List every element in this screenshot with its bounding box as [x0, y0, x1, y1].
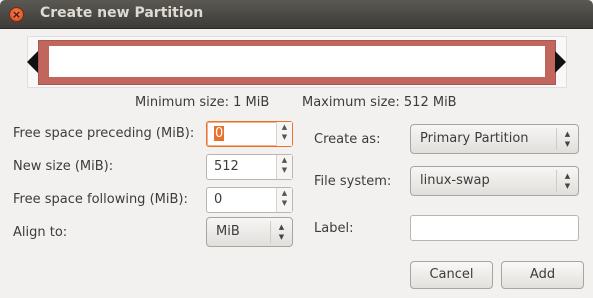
cancel-button[interactable]: Cancel [410, 261, 493, 289]
combo-arrows-icon: ▲ ▼ [556, 170, 578, 192]
align-to-label: Align to: [13, 225, 68, 240]
spin-up-icon[interactable]: ▲ [277, 122, 292, 132]
combo-down-icon: ▼ [564, 182, 571, 190]
add-button[interactable]: Add [501, 261, 584, 289]
spin-down-icon[interactable]: ▼ [277, 198, 292, 208]
create-as-combobox[interactable]: Primary Partition ▲ ▼ [410, 124, 579, 154]
free-following-label: Free space following (MiB): [13, 192, 188, 207]
free-preceding-spinbox[interactable]: 0 ▲ ▼ [206, 121, 293, 147]
create-as-label: Create as: [314, 132, 381, 147]
combo-up-icon: ▲ [278, 223, 285, 231]
new-size-spinbox[interactable]: 512 ▲ ▼ [206, 154, 293, 180]
spin-down-icon[interactable]: ▼ [277, 165, 292, 175]
spin-up-icon[interactable]: ▲ [277, 155, 292, 165]
combo-up-icon: ▲ [564, 130, 571, 138]
combo-down-icon: ▼ [278, 233, 285, 241]
close-icon[interactable]: × [9, 7, 24, 22]
min-size-label: Minimum size: 1 MiB [135, 95, 270, 110]
max-size-label: Maximum size: 512 MiB [302, 95, 457, 110]
combo-up-icon: ▲ [564, 172, 571, 180]
spin-up-icon[interactable]: ▲ [277, 188, 292, 198]
free-preceding-label: Free space preceding (MiB): [13, 126, 195, 141]
spin-arrows-icon[interactable]: ▲ ▼ [276, 122, 292, 146]
align-to-value: MiB [216, 224, 240, 239]
resize-left-arrow-icon[interactable] [27, 51, 38, 73]
free-preceding-value[interactable]: 0 [214, 126, 225, 141]
file-system-combobox[interactable]: linux-swap ▲ ▼ [410, 166, 579, 196]
partition-block-inner [49, 46, 545, 77]
combo-arrows-icon: ▲ ▼ [556, 128, 578, 150]
partition-label-label: Label: [314, 221, 354, 236]
new-size-value[interactable]: 512 [214, 159, 239, 174]
resize-right-arrow-icon[interactable] [555, 51, 566, 73]
window-title: Create new Partition [40, 5, 204, 21]
create-as-value: Primary Partition [420, 131, 529, 146]
spin-down-icon[interactable]: ▼ [277, 132, 292, 142]
free-following-value[interactable]: 0 [214, 192, 222, 207]
spin-arrows-icon[interactable]: ▲ ▼ [276, 155, 292, 179]
file-system-label: File system: [314, 174, 392, 189]
spin-arrows-icon[interactable]: ▲ ▼ [276, 188, 292, 212]
title-bar: × Create new Partition [0, 0, 593, 29]
combo-down-icon: ▼ [564, 140, 571, 148]
partition-label-input[interactable] [410, 215, 579, 241]
combo-arrows-icon: ▲ ▼ [270, 221, 292, 243]
file-system-value: linux-swap [420, 173, 490, 188]
new-size-label: New size (MiB): [13, 159, 114, 174]
align-to-combobox[interactable]: MiB ▲ ▼ [206, 217, 293, 247]
free-following-spinbox[interactable]: 0 ▲ ▼ [206, 187, 293, 213]
